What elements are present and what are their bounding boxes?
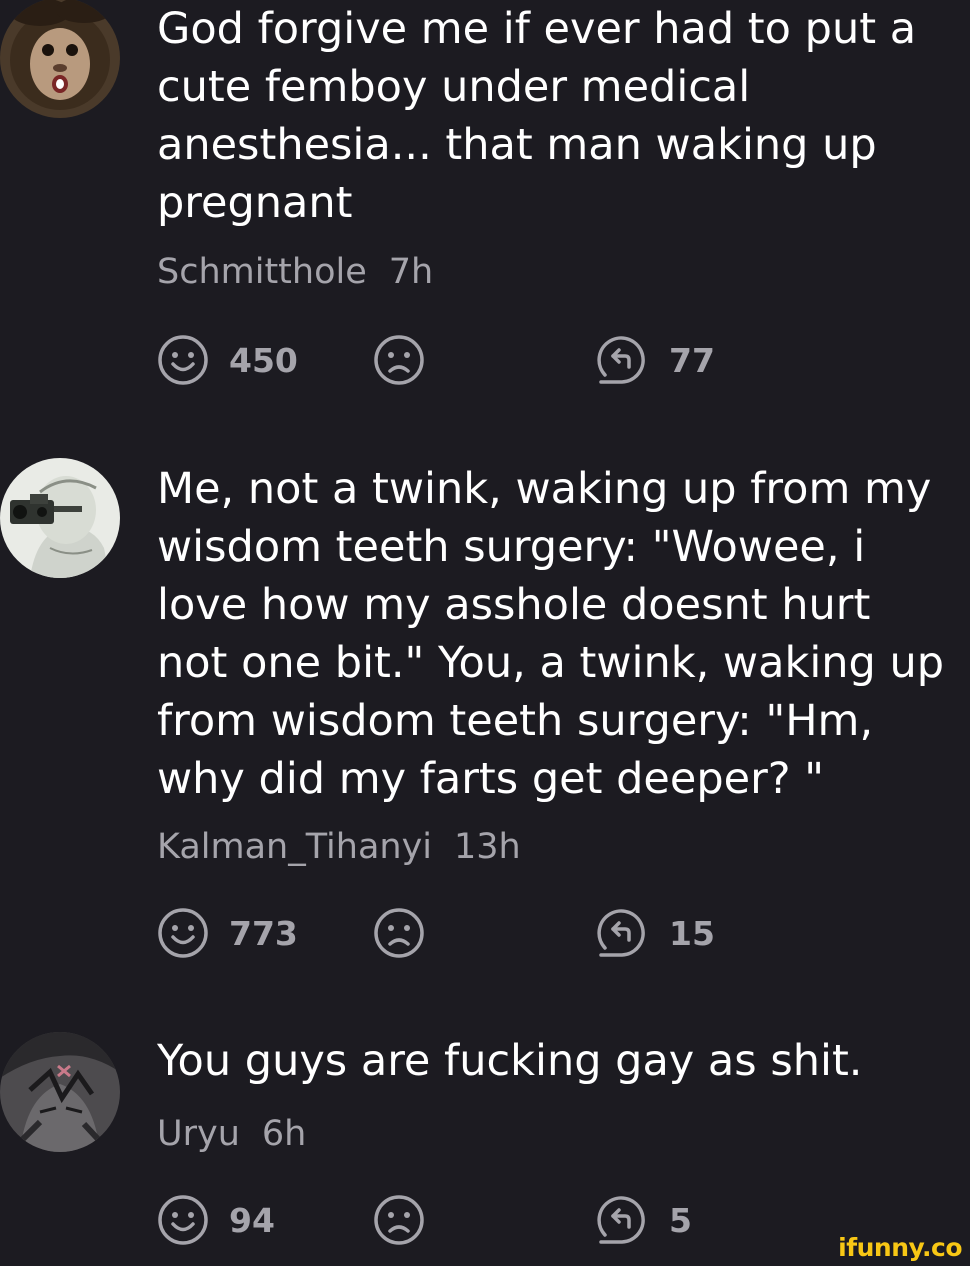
smile-icon (158, 1195, 208, 1245)
comment-actions: 773 15 (157, 907, 857, 959)
username[interactable]: Kalman_Tihanyi (157, 827, 432, 867)
smile-count: 94 (229, 1200, 275, 1240)
reply-button[interactable]: 15 (595, 907, 715, 959)
comment-text-line: wisdom teeth surgery: "Wowee, i (157, 522, 866, 572)
comment-text-line: Me, not a twink, waking up from my (157, 464, 932, 514)
comment-text-line: not one bit." You, a twink, waking up (157, 638, 945, 688)
comment-meta: Kalman_Tihanyi 13h (157, 827, 521, 867)
timestamp: 7h (388, 252, 434, 292)
comment-text-line: why did my farts get deeper? " (157, 754, 825, 804)
reply-button[interactable]: 77 (595, 334, 715, 386)
anime-avatar[interactable] (0, 1032, 120, 1152)
comment-text-line: pregnant (157, 178, 353, 228)
unsmile-button[interactable] (373, 907, 445, 959)
camera-man-avatar[interactable] (0, 458, 120, 578)
reply-count: 77 (669, 340, 715, 380)
username[interactable]: Schmitthole (157, 252, 367, 292)
timestamp: 13h (454, 827, 521, 867)
comment-text-line: God forgive me if ever had to put a (157, 4, 917, 54)
reply-button[interactable]: 5 (595, 1194, 692, 1246)
smile-icon (158, 908, 208, 958)
reply-icon (597, 336, 645, 384)
comment-text: God forgive me if ever had to put a cute… (157, 0, 970, 232)
unsmile-icon (374, 1195, 424, 1245)
ifunny-watermark: ifunny.co (838, 1233, 962, 1262)
comment-text-line: love how my asshole doesnt hurt (157, 580, 871, 630)
reply-icon (597, 1196, 645, 1244)
smile-button[interactable]: 94 (157, 1194, 275, 1246)
unsmile-icon (374, 908, 424, 958)
comment-actions: 94 5 (157, 1194, 857, 1246)
smile-icon (158, 335, 208, 385)
reply-icon (597, 909, 645, 957)
comment-text: Me, not a twink, waking up from my wisdo… (157, 460, 970, 808)
reply-count: 5 (669, 1200, 692, 1240)
comment-meta: Schmitthole 7h (157, 252, 433, 292)
comment-text-line: from wisdom teeth surgery: "Hm, (157, 696, 874, 746)
comment-text-line: cute femboy under medical (157, 62, 751, 112)
comment-text-line: You guys are fucking gay as shit. (157, 1036, 863, 1086)
comment-text-line: anesthesia... that man waking up (157, 120, 877, 170)
unsmile-button[interactable] (373, 334, 445, 386)
comment-meta: Uryu 6h (157, 1114, 306, 1154)
comment-actions: 450 77 (157, 334, 857, 386)
smile-button[interactable]: 450 (157, 334, 298, 386)
comment-text: You guys are fucking gay as shit. (157, 1032, 970, 1090)
reply-count: 15 (669, 913, 715, 953)
monkey-avatar[interactable] (0, 0, 120, 118)
username[interactable]: Uryu (157, 1114, 240, 1154)
smile-count: 773 (229, 913, 298, 953)
smile-count: 450 (229, 340, 298, 380)
unsmile-icon (374, 335, 424, 385)
unsmile-button[interactable] (373, 1194, 445, 1246)
smile-button[interactable]: 773 (157, 907, 298, 959)
timestamp: 6h (261, 1114, 307, 1154)
